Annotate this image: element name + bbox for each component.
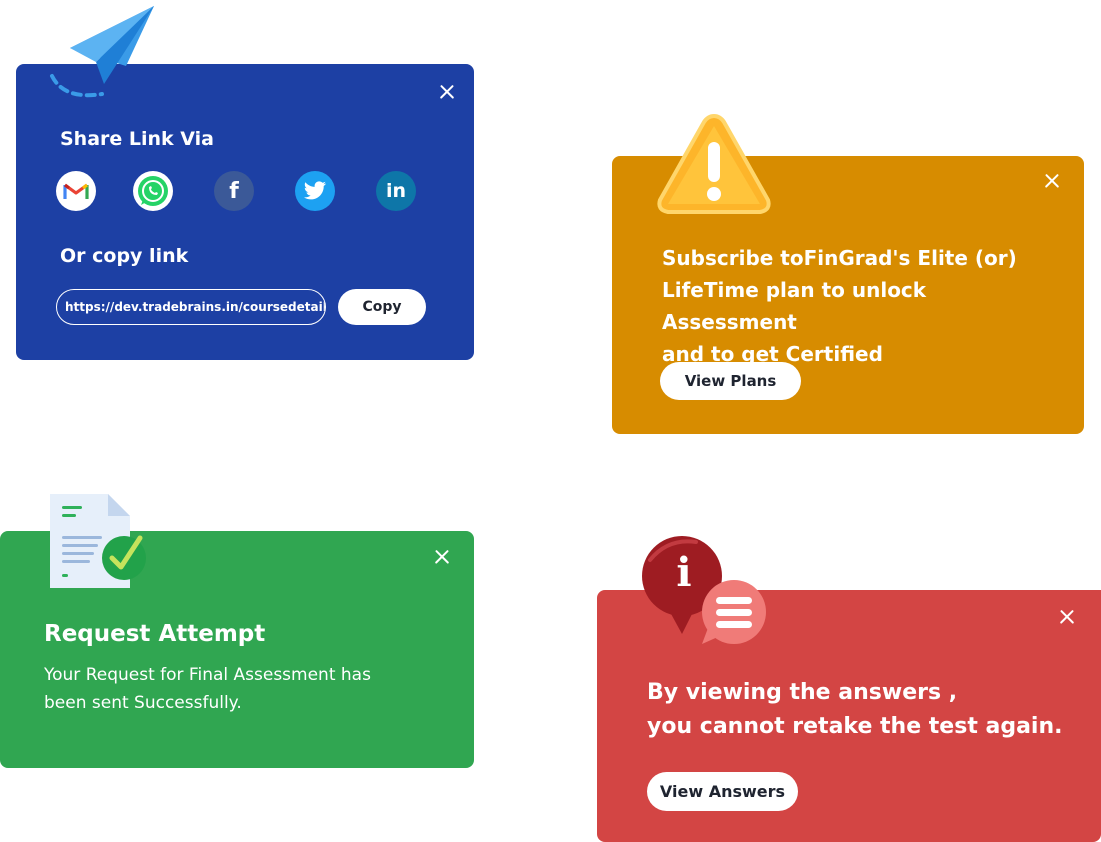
view-plans-button[interactable]: View Plans [660, 362, 801, 400]
view-answers-button[interactable]: View Answers [647, 772, 798, 811]
info-glyph: i [676, 549, 692, 596]
warning-icon [657, 113, 771, 214]
request-message: Your Request for Final Assessment has be… [44, 665, 371, 713]
whatsapp-icon[interactable] [133, 171, 173, 211]
twitter-icon[interactable] [295, 171, 335, 211]
gmail-icon[interactable] [56, 171, 96, 211]
linkedin-icon[interactable]: in [376, 171, 416, 211]
document-check-icon [50, 494, 146, 588]
facebook-icon[interactable]: f [214, 171, 254, 211]
copy-link-heading: Or copy link [60, 245, 189, 267]
share-link-field[interactable]: https://dev.tradebrains.in/coursedetails… [56, 289, 326, 325]
close-icon[interactable] [436, 81, 458, 103]
close-icon[interactable] [431, 546, 453, 568]
copy-button[interactable]: Copy [338, 289, 426, 325]
info-chat-icon [642, 536, 766, 644]
paper-plane-icon [50, 6, 154, 98]
share-dialog: Share Link Via f in Or copy link https:/… [16, 64, 474, 360]
subscribe-message: Subscribe toFinGrad's Elite (or) LifeTim… [662, 246, 1017, 366]
share-title: Share Link Via [60, 128, 215, 150]
request-title: Request Attempt [44, 621, 266, 647]
share-link-value: https://dev.tradebrains.in/coursedetails… [65, 300, 325, 314]
answers-message: By viewing the answers , you cannot reta… [647, 680, 1063, 739]
close-icon[interactable] [1041, 170, 1063, 192]
close-icon[interactable] [1056, 606, 1078, 628]
